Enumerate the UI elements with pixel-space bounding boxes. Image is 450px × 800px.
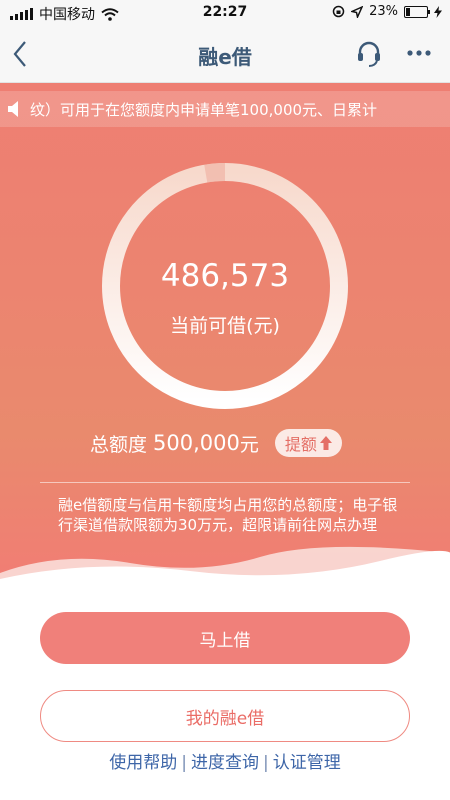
divider — [40, 482, 410, 483]
link-separator: | — [181, 753, 187, 773]
raise-limit-label: 提额 — [284, 435, 317, 454]
notice-text: 纹）可用于在您额度内申请单笔100,000元、日累计 — [30, 101, 378, 119]
orientation-lock-icon — [332, 5, 345, 18]
more-dots-icon[interactable] — [406, 48, 432, 58]
total-credit-row: 总额度 500,000 元 提额 — [90, 429, 342, 457]
progress-query-link[interactable]: 进度查询 — [191, 753, 259, 773]
my-loans-button[interactable]: 我的融e借 — [40, 690, 410, 742]
footer-links: 使用帮助 | 进度查询 | 认证管理 — [0, 748, 450, 773]
credit-hint-text: 融e借额度与信用卡额度均占用您的总额度；电子银行渠道借款限额为30万元，超限请前… — [58, 496, 398, 534]
used-credit-arc — [204, 163, 226, 183]
status-right: 23% — [332, 4, 442, 19]
status-bar: 中国移动 22:27 23% — [0, 0, 450, 26]
battery-icon — [404, 5, 430, 18]
headset-icon[interactable] — [356, 40, 382, 68]
help-link[interactable]: 使用帮助 — [109, 753, 177, 773]
total-credit-label: 总额度 — [90, 433, 148, 456]
page-title: 融e借 — [198, 45, 252, 69]
wave-decoration — [0, 546, 450, 583]
borrow-now-button[interactable]: 马上借 — [40, 612, 410, 664]
raise-limit-button[interactable]: 提额 — [274, 429, 342, 457]
arrow-up-icon — [319, 436, 332, 450]
speaker-icon — [8, 101, 18, 117]
total-credit-unit: 元 — [239, 433, 259, 456]
auth-management-link[interactable]: 认证管理 — [273, 753, 341, 773]
nav-bar: 融e借 — [0, 26, 450, 83]
link-separator: | — [263, 753, 269, 773]
credit-summary-panel: 纹）可用于在您额度内申请单笔100,000元、日累计 486,573 当前可借(… — [0, 83, 450, 583]
charging-icon — [434, 5, 442, 18]
battery-percent: 23% — [369, 4, 398, 19]
total-credit-value: 500,000 — [153, 431, 240, 455]
location-icon — [351, 5, 364, 18]
notice-banner[interactable]: 纹）可用于在您额度内申请单笔100,000元、日累计 — [0, 91, 450, 127]
available-amount: 486,573 — [160, 258, 290, 294]
available-label: 当前可借(元) — [170, 315, 280, 337]
